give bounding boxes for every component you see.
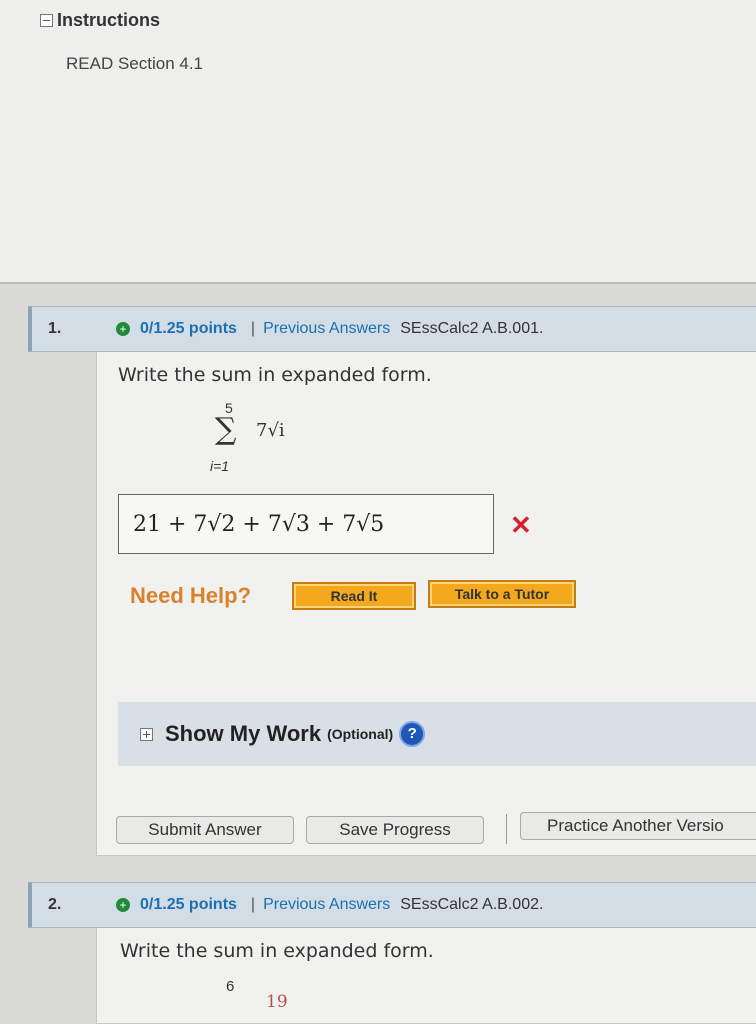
expand-icon[interactable] [140,727,153,741]
points-score: 0/1.25 points [140,320,237,337]
question-code: SEssCalc2 A.B.001. [400,320,544,337]
question-2-header: 2. + 0/1.25 points | Previous Answers SE… [28,882,756,928]
read-it-button[interactable]: Read It [292,582,416,610]
practice-another-version-button[interactable]: Practice Another Versio [520,812,756,840]
save-progress-button[interactable]: Save Progress [306,816,484,844]
previous-answers-link[interactable]: Previous Answers [263,896,390,914]
show-my-work-label[interactable]: Show My Work [165,721,321,747]
plus-circle-icon[interactable]: + [116,322,130,336]
sum-term: 7√i [256,420,285,441]
submit-answer-button[interactable]: Submit Answer [116,816,294,844]
sum-term-partial: 19 [266,992,288,1012]
points-score: 0/1.25 points [140,896,237,913]
sum-upper-limit: 6 [226,978,235,995]
show-my-work-bar[interactable]: Show My Work (Optional) ? [118,702,756,766]
sigma-symbol: ∑ [215,412,237,447]
question-number: 2. [48,896,62,913]
question-1-header: 1. + 0/1.25 points | Previous Answers SE… [28,306,756,352]
summation-expression: 5 ∑ 7√i i=1 [206,400,316,480]
divider: | [250,896,256,913]
question-2-card [96,922,756,1024]
question-prompt: Write the sum in expanded form. [118,364,432,386]
talk-to-tutor-button[interactable]: Talk to a Tutor [428,580,576,608]
divider: | [250,320,256,337]
plus-circle-icon[interactable]: + [116,898,130,912]
instructions-text: READ Section 4.1 [66,54,204,73]
collapse-icon[interactable] [40,14,53,27]
question-2-prompt: Write the sum in expanded form. [120,940,434,962]
instructions-heading[interactable]: Instructions [40,10,160,31]
question-number: 1. [48,320,62,337]
instructions-panel: Instructions READ Section 4.1 [0,0,756,284]
incorrect-icon: ✕ [510,510,532,540]
question-code: SEssCalc2 A.B.002. [400,896,544,913]
help-icon[interactable]: ? [399,721,426,747]
optional-label: (Optional) [327,726,394,742]
need-help-label: Need Help? [130,583,252,608]
button-divider [506,814,507,844]
sum-lower-limit: i=1 [210,458,230,474]
previous-answers-link[interactable]: Previous Answers [263,320,390,338]
answer-input[interactable]: 21 + 7√2 + 7√3 + 7√5 [118,494,494,554]
